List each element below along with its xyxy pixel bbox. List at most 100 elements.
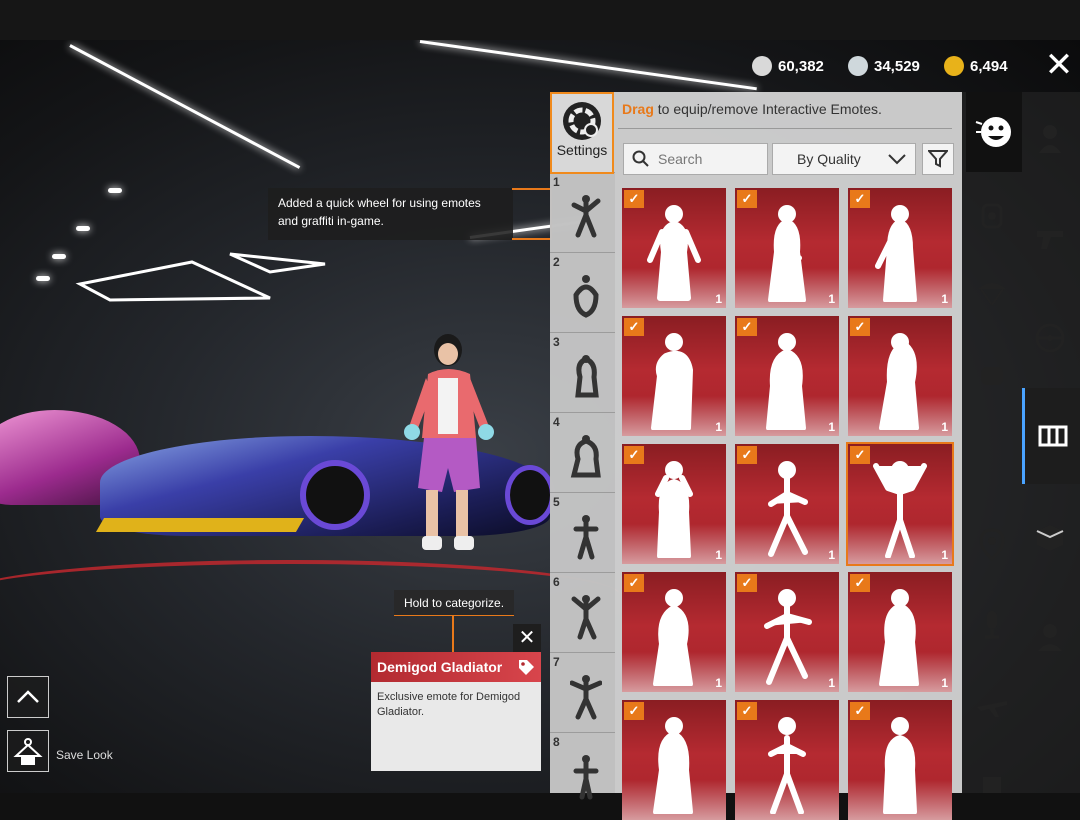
slot-number: 5 <box>553 495 560 509</box>
emote-count: 1 <box>941 676 948 690</box>
equipped-check-icon: ✓ <box>737 318 757 336</box>
card-close-button[interactable]: ✕ <box>513 624 541 652</box>
drag-hint-highlight: Drag <box>622 101 654 117</box>
emote-face-icon <box>975 117 1011 147</box>
tab-parachute[interactable] <box>964 266 1020 322</box>
close-icon: ✕ <box>1044 46 1074 84</box>
emote-tile[interactable]: ✓ <box>735 700 839 820</box>
currency-value: 6,494 <box>970 57 1008 75</box>
tab-crate[interactable] <box>1022 510 1078 566</box>
tab-emotes[interactable] <box>966 92 1022 172</box>
emote-tile[interactable]: ✓ 1 <box>735 188 839 308</box>
parachute-icon <box>978 283 1006 306</box>
emote-tile[interactable]: ✓ 1 <box>622 188 726 308</box>
graffiti-icon <box>981 203 1003 229</box>
emote-count: 1 <box>715 548 722 562</box>
tile-fade <box>622 268 726 308</box>
emote-slot[interactable]: 7 <box>550 652 615 735</box>
emote-slot[interactable]: 5 <box>550 492 615 575</box>
emote-tile[interactable]: ✓ 1 <box>622 444 726 564</box>
tile-fade <box>735 268 839 308</box>
close-button[interactable]: ✕ <box>1040 48 1078 86</box>
emote-figure-icon <box>573 755 599 800</box>
pistol-icon <box>1037 231 1063 249</box>
tab-airplane[interactable] <box>964 678 1020 734</box>
tile-fade <box>848 524 952 564</box>
tile-fade <box>622 396 726 436</box>
ceiling-spot <box>108 188 122 193</box>
tab-graffiti[interactable] <box>964 188 1020 244</box>
emote-slot[interactable]: 2 <box>550 252 615 335</box>
emote-count: 1 <box>828 548 835 562</box>
slot-number: 8 <box>553 735 560 749</box>
search-placeholder: Search <box>658 151 703 167</box>
tip-pointer <box>452 616 454 652</box>
tab-vehicle[interactable] <box>1022 310 1078 366</box>
tab-location[interactable] <box>964 516 1020 572</box>
emote-count: 1 <box>941 292 948 306</box>
quick-wheel-tip: Added a quick wheel for using emotes and… <box>268 188 513 240</box>
emote-tile[interactable]: ✓ 1 <box>848 316 952 436</box>
filter-icon <box>928 150 948 168</box>
equipped-check-icon: ✓ <box>850 446 870 464</box>
bp-coin-icon <box>752 56 772 76</box>
filter-button[interactable] <box>922 143 954 175</box>
emote-tile[interactable]: ✓ 1 <box>735 444 839 564</box>
emote-tile[interactable]: ✓ 1 <box>848 188 952 308</box>
tab-more[interactable] <box>964 752 1020 808</box>
tab-pass[interactable] <box>1022 388 1080 484</box>
silver-fragment-icon <box>848 56 868 76</box>
emote-figure-icon <box>571 195 601 238</box>
ceiling-spot <box>76 226 90 231</box>
emote-slot[interactable]: 8 <box>550 732 615 815</box>
hold-to-categorize-tip: Hold to categorize. <box>394 590 514 616</box>
tile-fade <box>848 652 952 692</box>
emote-description: Exclusive emote for Demigod Gladiator. <box>377 691 521 718</box>
top-bar <box>0 0 1080 40</box>
tab-microphone[interactable] <box>964 596 1020 652</box>
emote-slot[interactable]: 4 <box>550 412 615 495</box>
close-icon: ✕ <box>518 627 536 649</box>
tab-outfit[interactable] <box>1022 110 1078 166</box>
tab-companion[interactable] <box>1022 608 1078 664</box>
ceiling-light-shape <box>75 252 326 302</box>
sort-label: By Quality <box>797 151 861 167</box>
tab-weapons[interactable] <box>1022 210 1078 266</box>
equipped-check-icon: ✓ <box>850 702 870 720</box>
ceiling-spot <box>36 276 50 281</box>
ceiling-light <box>69 44 301 169</box>
emote-figure-icon <box>573 515 599 560</box>
hanger-icon <box>13 738 43 765</box>
emote-tile[interactable]: ✓ 1 <box>848 572 952 692</box>
card-header: Demigod Gladiator <box>371 652 541 682</box>
expand-up-button[interactable] <box>7 676 49 718</box>
emote-slot[interactable]: 6 <box>550 572 615 655</box>
emote-count: 1 <box>828 420 835 434</box>
save-look-label: Save Look <box>56 748 113 762</box>
emote-tile[interactable]: ✓ <box>622 700 726 820</box>
emote-tile[interactable]: ✓ 1 <box>735 572 839 692</box>
emote-tile[interactable]: ✓ 1 <box>735 316 839 436</box>
emote-figure-icon <box>571 595 601 640</box>
tile-fade <box>622 780 726 820</box>
settings-button[interactable]: Settings <box>550 92 614 174</box>
emote-tile[interactable]: ✓ 1 <box>622 572 726 692</box>
emote-tile[interactable]: ✓ <box>848 700 952 820</box>
steering-wheel-icon <box>1035 323 1065 353</box>
emote-slot[interactable]: 3 <box>550 332 615 415</box>
equipped-check-icon: ✓ <box>624 446 644 464</box>
currency-item: 60,382 <box>752 56 824 76</box>
slot-number: 7 <box>553 655 560 669</box>
equipped-check-icon: ✓ <box>737 574 757 592</box>
emote-tile[interactable]: ✓ 1 <box>846 442 954 566</box>
save-look-button[interactable] <box>7 730 49 772</box>
equipped-check-icon: ✓ <box>624 702 644 720</box>
tile-fade <box>848 268 952 308</box>
search-input[interactable]: Search <box>623 143 768 175</box>
emote-slot[interactable]: 1 <box>550 172 615 255</box>
tab-glove[interactable] <box>964 348 1020 404</box>
emote-tile[interactable]: ✓ 1 <box>622 316 726 436</box>
emote-figure-icon <box>570 675 602 720</box>
tile-fade <box>622 652 726 692</box>
sort-dropdown[interactable]: By Quality <box>772 143 916 175</box>
